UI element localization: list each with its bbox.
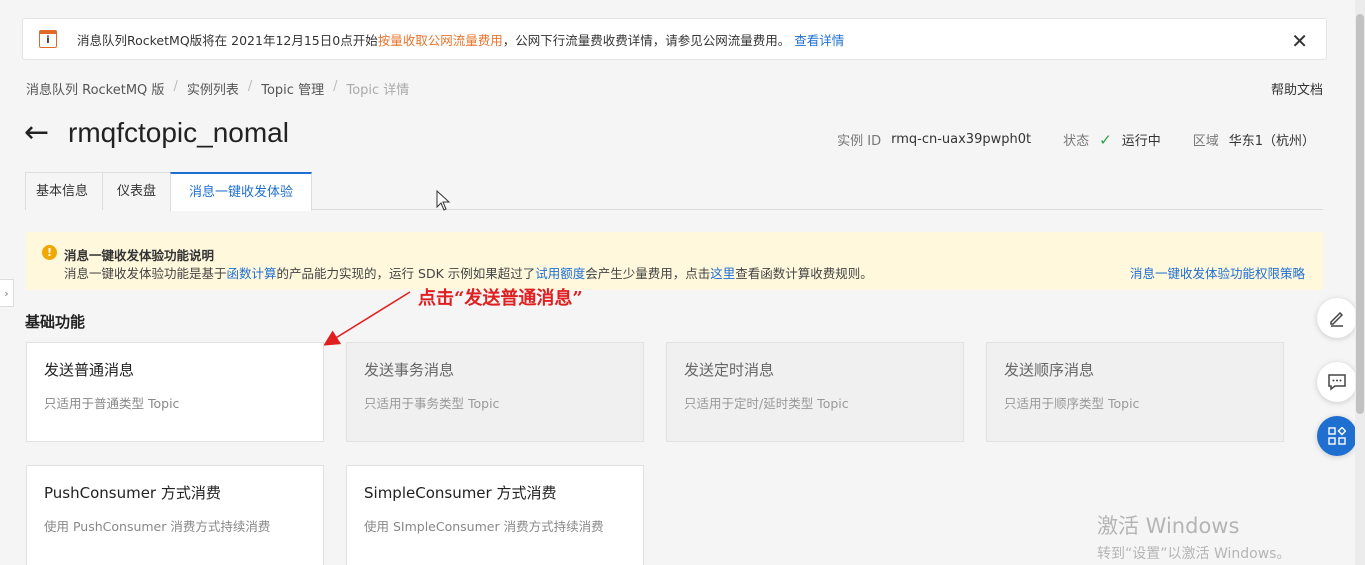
send-scheduled-message-card[interactable]: 发送定时消息 只适用于定时/延时类型 Topic — [666, 342, 964, 442]
send-ordered-message-card[interactable]: 发送顺序消息 只适用于顺序类型 Topic — [986, 342, 1284, 442]
apps-icon[interactable] — [1317, 416, 1357, 456]
annotation-text: 点击“发送普通消息” — [418, 288, 583, 309]
notice-details-link[interactable]: 查看详情 — [794, 33, 844, 48]
card-desc: 只适用于顺序类型 Topic — [1004, 396, 1140, 411]
tab-message-experience[interactable]: 消息一键收发体验 — [170, 172, 313, 211]
feature-notice-title: 消息一键收发体验功能说明 — [64, 248, 215, 263]
card-desc: 使用 PushConsumer 消费方式持续消费 — [44, 519, 271, 534]
feature-notice: ! 消息一键收发体验功能说明 消息一键收发体验功能是基于函数计算的产品能力实现的… — [26, 232, 1323, 290]
region-value: 华东1（杭州） — [1228, 134, 1315, 149]
card-title: PushConsumer 方式消费 — [44, 484, 221, 502]
edit-icon[interactable] — [1317, 298, 1357, 338]
tab-basic-info[interactable]: 基本信息 — [25, 172, 103, 210]
sidebar-expand-icon[interactable]: › — [0, 279, 14, 307]
notice-highlight-link[interactable]: 按量收取公网流量费用 — [378, 33, 503, 48]
windows-activation-watermark: 激活 Windows 转到“设置”以激活 Windows。 — [1097, 510, 1290, 563]
notice-text-part: 消息队列RocketMQ版将在 2021年12月15日0点开始 — [77, 32, 378, 48]
breadcrumb-separator: / — [173, 79, 178, 94]
simple-consumer-card[interactable]: SimpleConsumer 方式消费 使用 SImpleConsumer 消费… — [346, 465, 644, 565]
breadcrumb-item[interactable]: 消息队列 RocketMQ 版 — [26, 79, 164, 98]
notice-text-part: ，公网下行流量费收费详情，请参见公网流量费用。 — [502, 32, 791, 48]
tip-text: 会产生少量费用，点击 — [585, 266, 711, 281]
feature-notice-body: 消息一键收发体验功能是基于函数计算的产品能力实现的，运行 SDK 示例如果超过了… — [64, 263, 873, 282]
help-docs-link[interactable]: 帮助文档 — [1271, 79, 1323, 98]
warning-icon: ! — [42, 245, 57, 260]
permission-policy-link[interactable]: 消息一键收发体验功能权限策略 — [1130, 263, 1305, 282]
page-title: rmqfctopic_nomal — [68, 117, 289, 148]
instance-id-label: 实例 ID — [837, 134, 882, 149]
section-title: 基础功能 — [25, 313, 86, 331]
tip-text: 查看函数计算收费规则。 — [735, 266, 873, 281]
card-desc: 使用 SImpleConsumer 消费方式持续消费 — [364, 519, 604, 534]
card-title: 发送事务消息 — [364, 361, 455, 379]
card-title: 发送定时消息 — [684, 361, 775, 379]
scrollbar-thumb[interactable] — [1356, 14, 1364, 414]
breadcrumb-item[interactable]: Topic 管理 — [261, 79, 324, 98]
chat-icon[interactable] — [1317, 362, 1357, 402]
here-link[interactable]: 这里 — [710, 266, 735, 281]
watermark-line-2: 转到“设置”以激活 Windows。 — [1097, 546, 1291, 562]
notice-text: 消息队列RocketMQ版将在 2021年12月15日0点开始按量收取公网流量费… — [77, 30, 844, 49]
status-value: 运行中 — [1121, 134, 1161, 149]
check-icon: ✓ — [1099, 130, 1112, 149]
watermark-line-1: 激活 Windows — [1097, 514, 1240, 538]
breadcrumb-separator: / — [333, 79, 338, 94]
breadcrumb-current: Topic 详情 — [346, 83, 410, 98]
function-compute-link[interactable]: 函数计算 — [227, 266, 277, 281]
tab-dashboard[interactable]: 仪表盘 — [102, 172, 171, 210]
send-transaction-message-card[interactable]: 发送事务消息 只适用于事务类型 Topic — [346, 342, 644, 442]
trial-quota-link[interactable]: 试用额度 — [535, 266, 585, 281]
info-icon: i — [39, 30, 57, 48]
close-icon[interactable]: ✕ — [1291, 29, 1308, 53]
push-consumer-card[interactable]: PushConsumer 方式消费 使用 PushConsumer 消费方式持续… — [26, 465, 324, 565]
card-title: 发送顺序消息 — [1004, 361, 1095, 379]
region-label: 区域 — [1192, 134, 1219, 149]
tip-text: 的产品能力实现的，运行 SDK 示例如果超过了 — [276, 266, 536, 281]
breadcrumb-item[interactable]: 实例列表 — [187, 79, 239, 98]
breadcrumb-separator: / — [247, 79, 253, 94]
arrow-left-icon[interactable]: ← — [24, 118, 49, 148]
card-desc: 只适用于事务类型 Topic — [364, 396, 500, 411]
card-desc: 只适用于普通类型 Topic — [44, 396, 180, 411]
status-label: 状态 — [1063, 134, 1090, 149]
mouse-cursor-icon — [436, 190, 451, 211]
instance-meta: 实例 ID rmq-cn-uax39pwph0t 状态 ✓ 运行中 区域 华东1… — [837, 130, 1315, 150]
tab-bar: 基本信息 仪表盘 消息一键收发体验 — [25, 172, 1323, 211]
send-normal-message-card[interactable]: 发送普通消息 只适用于普通类型 Topic — [26, 342, 324, 442]
tip-text: 消息一键收发体验功能是基于 — [64, 266, 227, 281]
instance-id-value: rmq-cn-uax39pwph0t — [891, 132, 1032, 147]
notice-banner: i 消息队列RocketMQ版将在 2021年12月15日0点开始按量收取公网流… — [22, 18, 1327, 60]
scrollbar[interactable] — [1355, 0, 1365, 565]
card-title: 发送普通消息 — [44, 361, 135, 379]
breadcrumb: 消息队列 RocketMQ 版 / 实例列表 / Topic 管理 / Topi… — [26, 79, 409, 98]
card-title: SimpleConsumer 方式消费 — [364, 484, 557, 502]
card-desc: 只适用于定时/延时类型 Topic — [684, 396, 849, 411]
